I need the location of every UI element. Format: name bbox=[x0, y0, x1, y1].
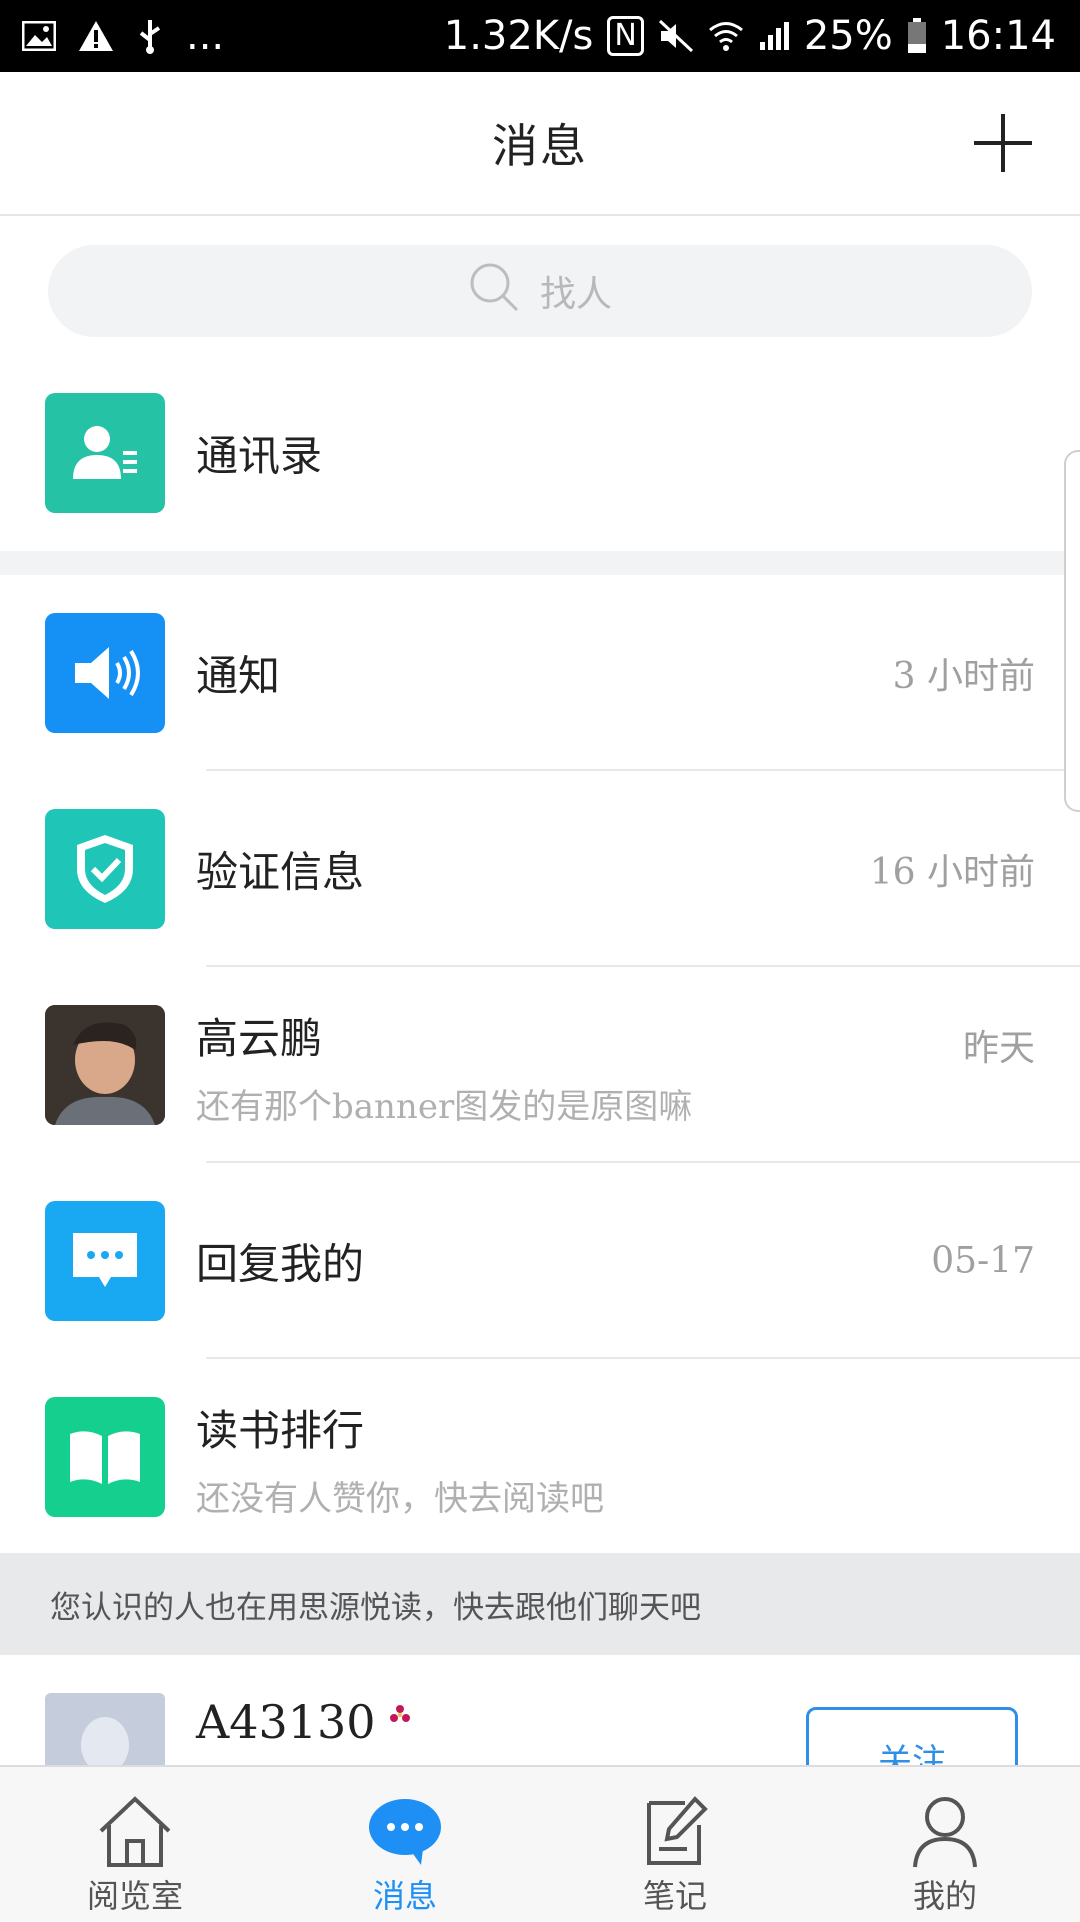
signal-icon bbox=[758, 20, 790, 52]
message-time: 16 小时前 bbox=[869, 852, 1035, 893]
app-header: 消息 bbox=[0, 72, 1080, 216]
home-icon bbox=[99, 1796, 171, 1867]
image-icon bbox=[22, 21, 56, 51]
nfc-icon: N bbox=[607, 16, 644, 56]
tab-label: 消息 bbox=[372, 1877, 437, 1915]
shield-check-icon bbox=[45, 809, 165, 929]
verification-row[interactable]: 验证信息 16 小时前 bbox=[0, 771, 1060, 967]
chat-dots-icon bbox=[45, 1201, 165, 1321]
message-title: 读书排行 bbox=[196, 1406, 365, 1455]
user-name: A43130 bbox=[196, 1695, 376, 1749]
follow-button[interactable]: 关注 bbox=[806, 1707, 1018, 1765]
banner-text: 您认识的人也在用思源悦读，快去跟他们聊天吧 bbox=[50, 1589, 701, 1626]
tab-notes[interactable]: 笔记 bbox=[540, 1767, 810, 1922]
contacts-icon bbox=[45, 393, 165, 513]
message-time: 05-17 bbox=[931, 1240, 1035, 1282]
bottom-tab-bar: 阅览室 消息 笔记 我的 bbox=[0, 1765, 1080, 1922]
chat-row[interactable]: 高云鹏 昨天 还有那个banner图发的是原图嘛 bbox=[0, 967, 1060, 1163]
message-preview: 还有那个banner图发的是原图嘛 bbox=[196, 1087, 693, 1127]
wifi-icon bbox=[708, 20, 744, 52]
chat-bubble-icon bbox=[369, 1799, 441, 1865]
message-preview: 还没有人赞你，快去阅读吧 bbox=[196, 1479, 604, 1519]
tab-messages[interactable]: 消息 bbox=[270, 1767, 540, 1922]
note-icon bbox=[647, 1796, 708, 1865]
status-bar: ... 1.32K/s N 25% 16:14 bbox=[0, 0, 1080, 72]
default-avatar bbox=[45, 1693, 165, 1765]
avatar bbox=[45, 1005, 165, 1125]
battery-percent: 25% bbox=[803, 13, 893, 59]
person-icon bbox=[913, 1797, 977, 1868]
message-time: 3 小时前 bbox=[892, 656, 1035, 697]
warning-icon bbox=[78, 20, 114, 52]
suggestion-banner: 您认识的人也在用思源悦读，快去跟他们聊天吧 bbox=[0, 1553, 1080, 1655]
plus-icon bbox=[974, 114, 1032, 172]
reading-rank-row[interactable]: 读书排行 还没有人赞你，快去阅读吧 bbox=[0, 1359, 1060, 1555]
mute-icon bbox=[658, 19, 694, 53]
usb-icon bbox=[136, 18, 164, 54]
section-gap bbox=[0, 551, 1080, 575]
tab-label: 我的 bbox=[912, 1877, 977, 1915]
suggested-user-row[interactable]: A43130 关注 bbox=[0, 1655, 1080, 1765]
search-input[interactable]: 找人 bbox=[48, 245, 1032, 337]
message-title: 验证信息 bbox=[196, 847, 365, 897]
replies-row[interactable]: 回复我的 05-17 bbox=[0, 1163, 1060, 1359]
contacts-label: 通讯录 bbox=[196, 431, 323, 481]
tab-label: 阅览室 bbox=[86, 1877, 183, 1915]
message-title: 回复我的 bbox=[196, 1239, 365, 1289]
add-button[interactable] bbox=[970, 110, 1036, 176]
contacts-row[interactable]: 通讯录 bbox=[0, 355, 1060, 551]
tab-me[interactable]: 我的 bbox=[810, 1767, 1080, 1922]
tab-label: 笔记 bbox=[642, 1877, 707, 1915]
message-title: 通知 bbox=[196, 651, 281, 701]
speaker-icon bbox=[45, 613, 165, 733]
notification-row[interactable]: 通知 3 小时前 bbox=[0, 575, 1060, 771]
search-icon bbox=[468, 261, 520, 322]
book-icon bbox=[45, 1397, 165, 1517]
flower-badge-icon bbox=[388, 1703, 412, 1731]
message-title: 高云鹏 bbox=[196, 1014, 323, 1063]
tab-reading-room[interactable]: 阅览室 bbox=[0, 1767, 270, 1922]
battery-icon bbox=[907, 18, 927, 54]
side-drawer-handle[interactable] bbox=[1064, 450, 1080, 812]
message-time: 昨天 bbox=[962, 1028, 1035, 1069]
page-title: 消息 bbox=[492, 119, 588, 173]
clock: 16:14 bbox=[940, 13, 1056, 59]
search-placeholder: 找人 bbox=[539, 274, 612, 315]
more-notifications: ... bbox=[186, 13, 225, 59]
network-speed: 1.32K/s bbox=[443, 13, 594, 59]
